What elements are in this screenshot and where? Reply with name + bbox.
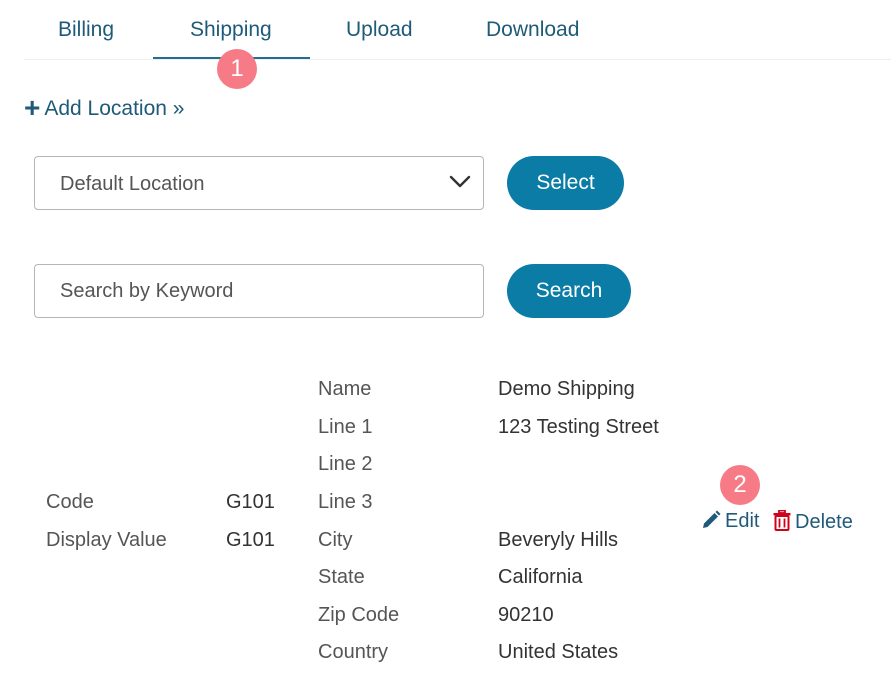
name-label: Name (318, 378, 372, 400)
location-select-value: Default Location (60, 173, 205, 195)
step-badge-1: 1 (217, 49, 257, 89)
name-value: Demo Shipping (498, 378, 635, 400)
select-button[interactable]: Select (507, 156, 624, 210)
tab-billing[interactable]: Billing (58, 18, 114, 42)
country-value: United States (498, 641, 619, 663)
state-value: California (498, 566, 583, 588)
display-value-label: Display Value (46, 529, 167, 551)
zip-code-value: 90210 (498, 604, 554, 626)
line3-label: Line 3 (318, 491, 373, 513)
search-field (34, 264, 484, 318)
add-location-label: Add Location » (44, 97, 185, 120)
line2-label: Line 2 (318, 453, 373, 475)
trash-icon (773, 509, 791, 531)
location-select[interactable]: Default Location (34, 156, 484, 210)
tab-shipping[interactable]: Shipping (190, 18, 272, 42)
city-value: Beveryly Hills (498, 529, 619, 551)
code-value: G101 (226, 491, 275, 513)
line1-value: 123 Testing Street (498, 416, 659, 438)
tab-upload[interactable]: Upload (346, 18, 413, 42)
edit-button[interactable]: Edit (701, 510, 759, 533)
plus-icon: + (24, 92, 41, 123)
display-value-value: G101 (226, 529, 275, 551)
search-input[interactable] (35, 265, 483, 317)
city-label: City (318, 529, 353, 551)
tab-download[interactable]: Download (486, 18, 579, 42)
tab-bar: Billing Shipping Upload Download (24, 0, 891, 60)
line1-label: Line 1 (318, 416, 373, 438)
edit-label: Edit (725, 510, 760, 532)
country-label: Country (318, 641, 389, 663)
chevron-down-icon (449, 175, 471, 188)
state-label: State (318, 566, 365, 588)
step-badge-2: 2 (720, 465, 760, 505)
pencil-icon (703, 510, 721, 528)
delete-button[interactable]: Delete (773, 509, 853, 534)
search-button[interactable]: Search (507, 264, 631, 318)
add-location-link[interactable]: + Add Location » (24, 92, 184, 124)
code-label: Code (46, 491, 94, 513)
zip-code-label: Zip Code (318, 604, 400, 626)
delete-label: Delete (795, 511, 853, 533)
